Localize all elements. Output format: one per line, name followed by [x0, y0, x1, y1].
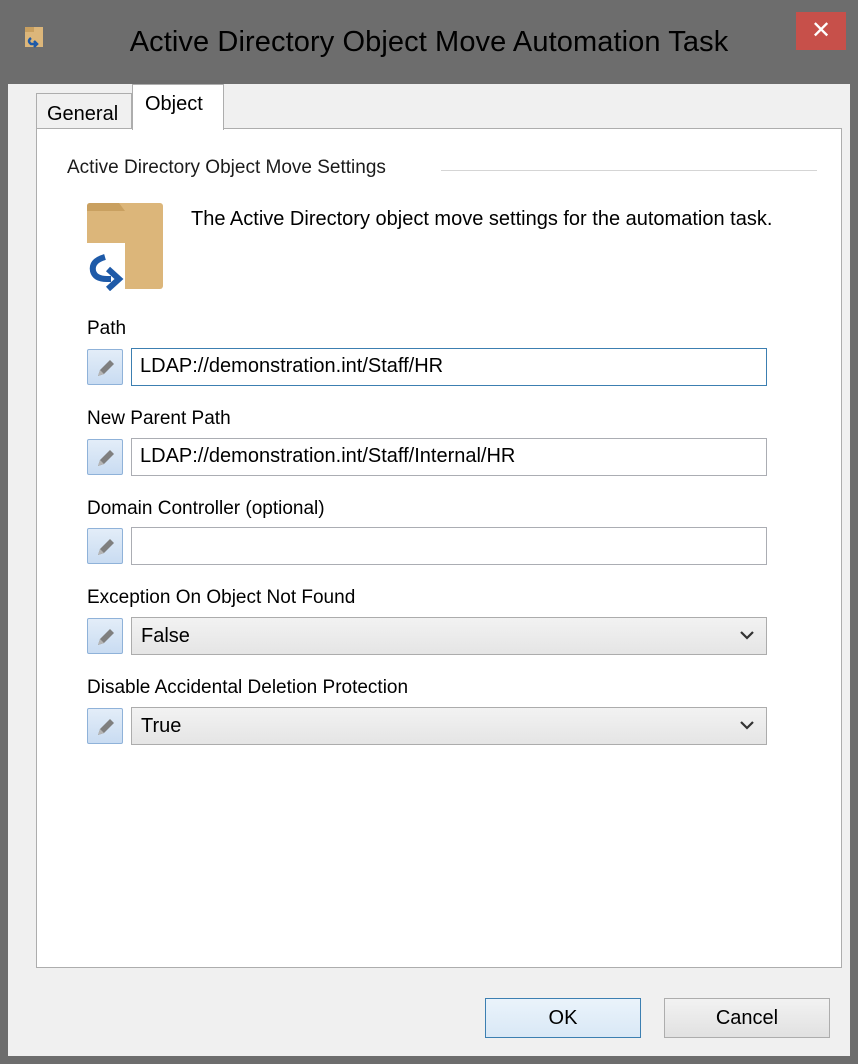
path-label: Path — [87, 318, 127, 339]
exception-on-not-found-edit-button[interactable] — [87, 618, 123, 654]
new-parent-path-input[interactable]: LDAP://demonstration.int/Staff/Internal/… — [131, 438, 767, 476]
ok-button[interactable]: OK — [485, 998, 641, 1038]
disable-deletion-protection-value: True — [141, 715, 182, 737]
disable-deletion-protection-label: Disable Accidental Deletion Protection — [87, 677, 409, 698]
section-description: The Active Directory object move setting… — [191, 208, 773, 230]
disable-deletion-protection-edit-button[interactable] — [87, 708, 123, 744]
chevron-down-icon — [740, 631, 754, 640]
tab-object-label: Object — [145, 93, 203, 115]
section-divider — [441, 170, 817, 171]
close-button[interactable]: ✕ — [796, 12, 846, 50]
path-input[interactable]: LDAP://demonstration.int/Staff/HR — [131, 348, 767, 386]
tab-general[interactable]: General — [36, 93, 132, 129]
domain-controller-edit-button[interactable] — [87, 528, 123, 564]
domain-controller-input[interactable] — [131, 527, 767, 565]
disable-deletion-protection-select[interactable]: True — [131, 707, 767, 745]
new-parent-path-label: New Parent Path — [87, 408, 231, 429]
tab-general-label: General — [47, 103, 119, 125]
path-edit-button[interactable] — [87, 349, 123, 385]
pencil-icon — [98, 539, 114, 555]
new-parent-path-edit-button[interactable] — [87, 439, 123, 475]
dialog-window: Active Directory Object Move Automation … — [0, 0, 858, 1064]
exception-on-not-found-select[interactable]: False — [131, 617, 767, 655]
close-icon: ✕ — [810, 17, 832, 44]
cancel-button[interactable]: Cancel — [664, 998, 830, 1038]
pencil-icon — [98, 360, 114, 376]
tab-object[interactable]: Object — [132, 84, 224, 130]
folder-move-icon — [81, 203, 163, 291]
window-title: Active Directory Object Move Automation … — [129, 26, 729, 58]
title-bar[interactable]: Active Directory Object Move Automation … — [0, 0, 858, 84]
exception-on-not-found-value: False — [141, 625, 190, 647]
pencil-icon — [98, 719, 114, 735]
pencil-icon — [98, 450, 114, 466]
dialog-client-area: General Object Active Directory Object M… — [8, 84, 850, 1056]
object-tab-panel: Active Directory Object Move Settings Th… — [36, 128, 842, 968]
exception-on-not-found-label: Exception On Object Not Found — [87, 587, 356, 608]
section-title: Active Directory Object Move Settings — [67, 157, 386, 178]
pencil-icon — [98, 629, 114, 645]
domain-controller-label: Domain Controller (optional) — [87, 498, 325, 519]
chevron-down-icon — [740, 721, 754, 730]
